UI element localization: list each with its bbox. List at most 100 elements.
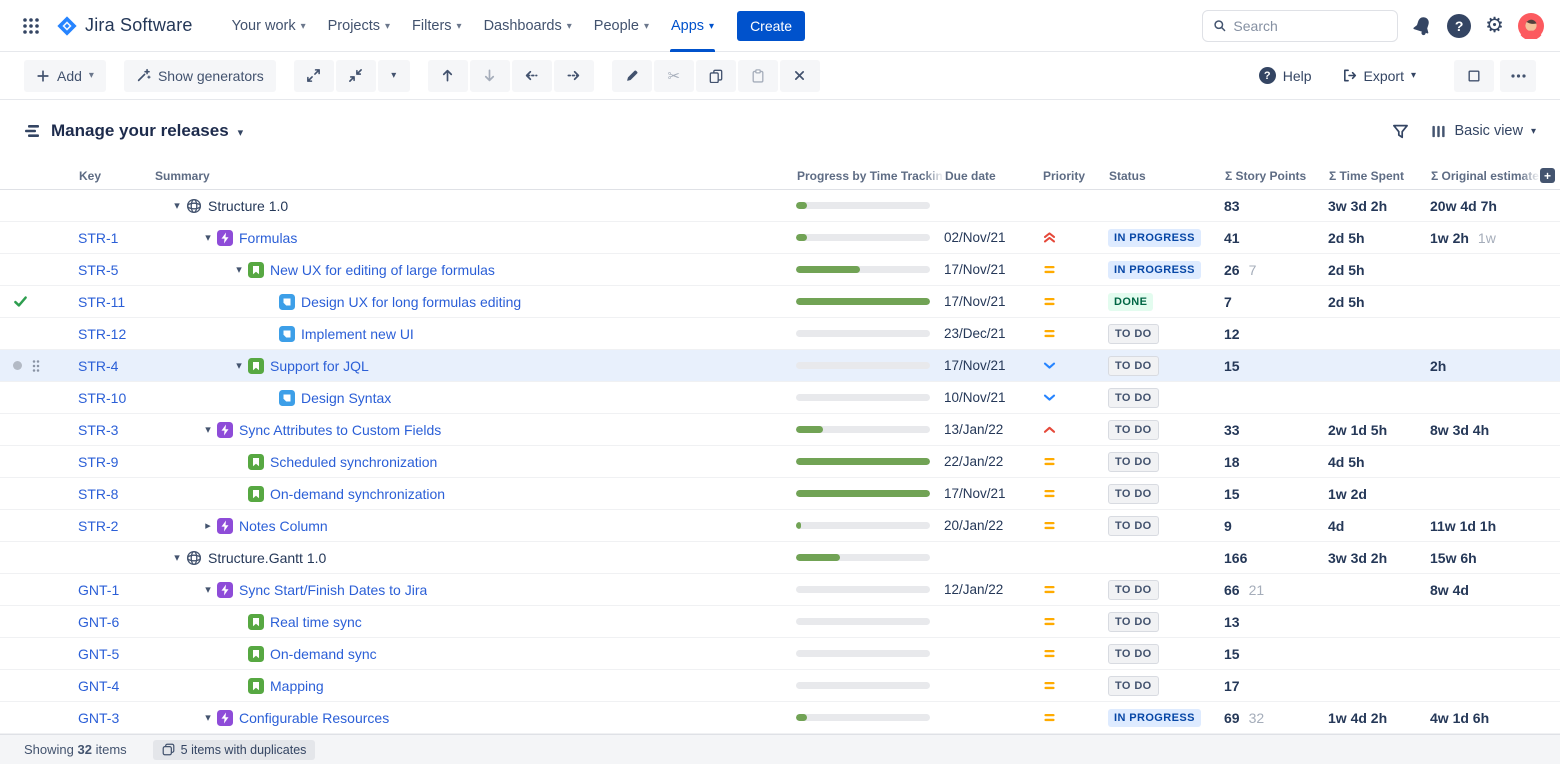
issue-summary-link[interactable]: New UX for editing of large formulas xyxy=(270,262,495,278)
expand-caret[interactable]: ▾ xyxy=(230,263,248,276)
table-row[interactable]: STR-3 ▾ Sync Attributes to Custom Fields… xyxy=(0,414,1560,446)
story-points-cell[interactable]: 33 xyxy=(1224,414,1328,445)
story-points-cell[interactable]: 13 xyxy=(1224,606,1328,637)
original-estimate-cell[interactable] xyxy=(1430,254,1540,285)
status-badge[interactable]: TO DO xyxy=(1108,356,1159,376)
time-spent-cell[interactable]: 2w 1d 5h xyxy=(1328,414,1430,445)
show-generators-button[interactable]: Show generators xyxy=(124,60,276,92)
due-date-cell[interactable]: 23/Dec/21 xyxy=(944,318,1042,349)
original-estimate-cell[interactable] xyxy=(1430,478,1540,509)
original-estimate-cell[interactable]: 15w 6h xyxy=(1430,542,1540,573)
col-due-date[interactable]: Due date xyxy=(944,169,1042,183)
col-status[interactable]: Status xyxy=(1108,169,1224,183)
table-row[interactable]: GNT-3 ▾ Configurable Resources IN PROGRE… xyxy=(0,702,1560,734)
col-priority[interactable]: Priority xyxy=(1042,169,1108,183)
expand-all-button[interactable] xyxy=(294,60,334,92)
drag-handle[interactable] xyxy=(31,358,41,374)
fullscreen-button[interactable] xyxy=(1454,60,1494,92)
table-row[interactable]: STR-11 Design UX for long formulas editi… xyxy=(0,286,1560,318)
issue-summary-link[interactable]: Sync Start/Finish Dates to Jira xyxy=(239,582,427,598)
original-estimate-cell[interactable]: 4w 1d 6h xyxy=(1430,702,1540,733)
expand-caret[interactable]: ▾ xyxy=(230,359,248,372)
priority-cell[interactable] xyxy=(1042,702,1108,733)
story-points-cell[interactable]: 83 xyxy=(1224,190,1328,221)
due-date-cell[interactable]: 12/Jan/22 xyxy=(944,574,1042,605)
issue-key-link[interactable]: STR-1 xyxy=(78,230,118,246)
priority-cell[interactable] xyxy=(1042,670,1108,701)
status-badge[interactable]: TO DO xyxy=(1108,388,1159,408)
due-date-cell[interactable] xyxy=(944,638,1042,669)
move-down-button[interactable] xyxy=(470,60,510,92)
issue-summary-link[interactable]: On-demand synchronization xyxy=(270,486,445,502)
story-points-cell[interactable]: 267 xyxy=(1224,254,1328,285)
issue-key-link[interactable]: GNT-6 xyxy=(78,614,119,630)
nav-dashboards[interactable]: Dashboards▾ xyxy=(473,0,583,52)
expand-caret[interactable]: ▾ xyxy=(199,711,217,724)
issue-summary-link[interactable]: Design UX for long formulas editing xyxy=(301,294,521,310)
due-date-cell[interactable]: 17/Nov/21 xyxy=(944,254,1042,285)
table-row[interactable]: STR-2 ▸ Notes Column 20/Jan/22 TO DO 9 4… xyxy=(0,510,1560,542)
story-points-cell[interactable]: 6621 xyxy=(1224,574,1328,605)
original-estimate-cell[interactable] xyxy=(1430,286,1540,317)
issue-key-link[interactable]: STR-4 xyxy=(78,358,118,374)
story-points-cell[interactable]: 166 xyxy=(1224,542,1328,573)
issue-summary-link[interactable]: Structure.Gantt 1.0 xyxy=(208,550,326,566)
col-story-points[interactable]: Σ Story Points xyxy=(1224,169,1328,183)
table-row[interactable]: STR-9 Scheduled synchronization 22/Jan/2… xyxy=(0,446,1560,478)
nav-your-work[interactable]: Your work▾ xyxy=(221,0,317,52)
story-points-cell[interactable] xyxy=(1224,382,1328,413)
due-date-cell[interactable]: 17/Nov/21 xyxy=(944,286,1042,317)
nav-apps[interactable]: Apps▾ xyxy=(660,0,725,52)
priority-cell[interactable] xyxy=(1042,286,1108,317)
story-points-cell[interactable]: 6932 xyxy=(1224,702,1328,733)
original-estimate-cell[interactable]: 11w 1d 1h xyxy=(1430,510,1540,541)
original-estimate-cell[interactable] xyxy=(1430,446,1540,477)
status-badge[interactable]: IN PROGRESS xyxy=(1108,229,1201,247)
move-up-button[interactable] xyxy=(428,60,468,92)
issue-summary-link[interactable]: Scheduled synchronization xyxy=(270,454,437,470)
time-spent-cell[interactable]: 4d 5h xyxy=(1328,446,1430,477)
col-summary[interactable]: Summary xyxy=(154,169,796,183)
due-date-cell[interactable] xyxy=(944,702,1042,733)
help-button[interactable]: ? Help xyxy=(1247,60,1324,92)
time-spent-cell[interactable] xyxy=(1328,318,1430,349)
story-points-cell[interactable]: 15 xyxy=(1224,350,1328,381)
issue-key-link[interactable]: STR-3 xyxy=(78,422,118,438)
issue-summary-link[interactable]: On-demand sync xyxy=(270,646,377,662)
col-time-spent[interactable]: Σ Time Spent xyxy=(1328,169,1430,183)
due-date-cell[interactable] xyxy=(944,670,1042,701)
user-avatar[interactable] xyxy=(1518,13,1544,39)
issue-summary-link[interactable]: Support for JQL xyxy=(270,358,369,374)
priority-cell[interactable] xyxy=(1042,254,1108,285)
original-estimate-cell[interactable] xyxy=(1430,382,1540,413)
settings-icon[interactable]: ⚙ xyxy=(1485,15,1504,36)
notifications-icon[interactable] xyxy=(1412,15,1433,36)
status-badge[interactable]: TO DO xyxy=(1108,420,1159,440)
original-estimate-cell[interactable]: 8w 4d xyxy=(1430,574,1540,605)
cut-button[interactable]: ✂ xyxy=(654,60,694,92)
search-box[interactable] xyxy=(1202,10,1398,42)
original-estimate-cell[interactable]: 8w 3d 4h xyxy=(1430,414,1540,445)
original-estimate-cell[interactable] xyxy=(1430,318,1540,349)
issue-key-link[interactable]: STR-8 xyxy=(78,486,118,502)
priority-cell[interactable] xyxy=(1042,350,1108,381)
table-row[interactable]: GNT-1 ▾ Sync Start/Finish Dates to Jira … xyxy=(0,574,1560,606)
due-date-cell[interactable] xyxy=(944,542,1042,573)
duplicates-badge[interactable]: 5 items with duplicates xyxy=(153,740,316,760)
time-spent-cell[interactable]: 4d xyxy=(1328,510,1430,541)
issue-key-link[interactable]: STR-5 xyxy=(78,262,118,278)
paste-button[interactable] xyxy=(738,60,778,92)
priority-cell[interactable] xyxy=(1042,382,1108,413)
issue-key-link[interactable]: GNT-3 xyxy=(78,710,119,726)
add-button[interactable]: Add ▾ xyxy=(24,60,106,92)
col-progress[interactable]: Progress by Time Tracking xyxy=(796,169,944,183)
table-row[interactable]: STR-1 ▾ Formulas 02/Nov/21 IN PROGRESS 4… xyxy=(0,222,1560,254)
due-date-cell[interactable]: 13/Jan/22 xyxy=(944,414,1042,445)
outdent-button[interactable] xyxy=(512,60,552,92)
story-points-cell[interactable]: 18 xyxy=(1224,446,1328,477)
col-key[interactable]: Key xyxy=(78,169,154,183)
copy-button[interactable] xyxy=(696,60,736,92)
priority-cell[interactable] xyxy=(1042,478,1108,509)
expand-caret[interactable]: ▾ xyxy=(168,199,186,212)
issue-key-link[interactable]: STR-12 xyxy=(78,326,126,342)
